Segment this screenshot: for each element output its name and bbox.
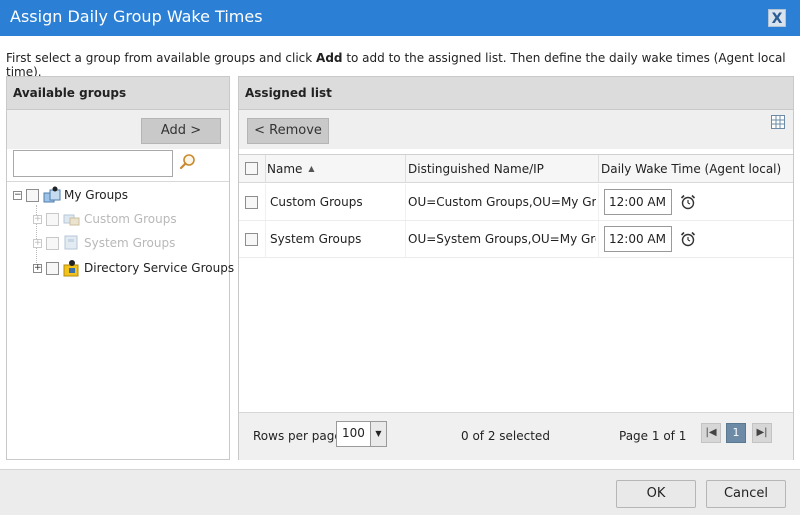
alarm-clock-icon[interactable] bbox=[680, 194, 696, 210]
col-divider bbox=[405, 155, 406, 182]
row-checkbox[interactable] bbox=[245, 232, 258, 246]
cancel-button[interactable]: Cancel bbox=[706, 480, 786, 508]
instructions-pre: First select a group from available grou… bbox=[6, 51, 317, 65]
tree-node-directory-service-groups[interactable]: + Directory Service Groups bbox=[33, 257, 234, 279]
group-folder-icon bbox=[43, 186, 61, 203]
tree-label-system-groups: System Groups bbox=[84, 236, 176, 250]
row-dn: OU=System Groups,OU=My Grou... bbox=[408, 232, 596, 246]
remove-button[interactable]: < Remove bbox=[247, 118, 329, 144]
checkbox-system-groups bbox=[46, 236, 59, 250]
search-input[interactable] bbox=[13, 150, 173, 177]
header-checkbox-cell bbox=[245, 155, 265, 182]
available-toolbar: Add > bbox=[7, 110, 229, 149]
directory-group-icon bbox=[63, 260, 79, 277]
assigned-list-header: Assigned list bbox=[239, 77, 793, 110]
expand-icon: + bbox=[33, 213, 42, 224]
header-wake-time[interactable]: Daily Wake Time (Agent local) bbox=[601, 155, 791, 182]
assigned-grid: Name ▲ Distinguished Name/IP Daily Wake … bbox=[239, 154, 793, 412]
table-row[interactable]: Custom Groups OU=Custom Groups,OU=My Gro… bbox=[239, 184, 793, 221]
column-settings-icon[interactable] bbox=[771, 115, 785, 129]
tree-label-my-groups: My Groups bbox=[64, 188, 129, 202]
rows-per-page-label: Rows per page: bbox=[253, 429, 346, 443]
system-group-icon bbox=[64, 235, 78, 250]
chevron-down-icon[interactable]: ▼ bbox=[370, 422, 386, 446]
first-page-icon[interactable]: |◀ bbox=[701, 423, 721, 443]
search-icon[interactable] bbox=[179, 153, 197, 171]
select-all-checkbox[interactable] bbox=[245, 162, 258, 175]
row-checkbox-cell bbox=[245, 221, 265, 257]
page-info: Page 1 of 1 bbox=[619, 429, 687, 443]
collapse-icon[interactable]: − bbox=[13, 190, 22, 200]
dialog-button-bar: OK Cancel bbox=[0, 469, 800, 515]
last-page-icon[interactable]: ▶| bbox=[752, 423, 772, 443]
sort-ascending-icon: ▲ bbox=[308, 164, 315, 173]
tree-label-directory-service-groups: Directory Service Groups bbox=[84, 261, 235, 275]
wake-time-input[interactable]: 12:00 AM bbox=[604, 189, 672, 215]
close-button[interactable]: X bbox=[768, 9, 786, 27]
tree-divider bbox=[7, 181, 229, 182]
title-bar: Assign Daily Group Wake Times X bbox=[0, 0, 800, 36]
row-dn: OU=Custom Groups,OU=My Gro... bbox=[408, 195, 596, 209]
wake-time-input[interactable]: 12:00 AM bbox=[604, 226, 672, 252]
available-groups-header: Available groups bbox=[7, 77, 229, 110]
rows-per-page-value: 100 bbox=[342, 426, 365, 440]
assigned-toolbar: < Remove bbox=[239, 110, 793, 149]
custom-group-icon bbox=[63, 214, 80, 226]
tree-label-custom-groups: Custom Groups bbox=[84, 212, 177, 226]
expand-icon: + bbox=[33, 237, 42, 248]
table-row[interactable]: System Groups OU=System Groups,OU=My Gro… bbox=[239, 221, 793, 258]
col-divider bbox=[598, 155, 599, 182]
instructions-add-word: Add bbox=[316, 51, 343, 65]
header-name-label: Name bbox=[267, 161, 303, 176]
row-wake-cell: 12:00 AM bbox=[604, 221, 789, 257]
row-wake-cell: 12:00 AM bbox=[604, 184, 789, 220]
current-page-button[interactable]: 1 bbox=[726, 423, 746, 443]
header-name[interactable]: Name ▲ bbox=[267, 155, 403, 182]
tree-node-custom-groups: + Custom Groups bbox=[33, 208, 177, 230]
header-dn[interactable]: Distinguished Name/IP bbox=[408, 155, 596, 182]
instructions-text: First select a group from available grou… bbox=[6, 51, 800, 79]
checkbox-directory-service-groups[interactable] bbox=[46, 261, 59, 275]
tree-node-system-groups: + System Groups bbox=[33, 232, 175, 254]
col-divider bbox=[265, 155, 266, 182]
checkbox-my-groups[interactable] bbox=[26, 188, 39, 202]
row-name: System Groups bbox=[270, 232, 362, 246]
col-divider bbox=[405, 184, 406, 220]
row-name: Custom Groups bbox=[270, 195, 363, 209]
rows-per-page-select[interactable]: 100 ▼ bbox=[336, 421, 387, 447]
col-divider bbox=[598, 184, 599, 220]
row-checkbox[interactable] bbox=[245, 195, 258, 209]
col-divider bbox=[265, 184, 266, 220]
col-divider bbox=[598, 221, 599, 257]
ok-button[interactable]: OK bbox=[616, 480, 696, 508]
checkbox-custom-groups bbox=[46, 212, 59, 226]
available-groups-panel: Available groups Add > − My Groups + Cus… bbox=[6, 76, 234, 460]
selected-count: 0 of 2 selected bbox=[461, 429, 550, 443]
dialog-title: Assign Daily Group Wake Times bbox=[10, 7, 263, 26]
expand-icon[interactable]: + bbox=[33, 263, 42, 273]
grid-header-row: Name ▲ Distinguished Name/IP Daily Wake … bbox=[239, 155, 793, 183]
col-divider bbox=[405, 221, 406, 257]
col-divider bbox=[265, 221, 266, 257]
alarm-clock-icon[interactable] bbox=[680, 231, 696, 247]
assigned-list-panel: Assigned list < Remove Name ▲ Distinguis… bbox=[238, 76, 794, 460]
grid-footer: Rows per page: 100 ▼ 0 of 2 selected Pag… bbox=[239, 412, 793, 460]
row-checkbox-cell bbox=[245, 184, 265, 220]
tree-node-my-groups[interactable]: − My Groups bbox=[13, 184, 128, 206]
add-button[interactable]: Add > bbox=[141, 118, 221, 144]
